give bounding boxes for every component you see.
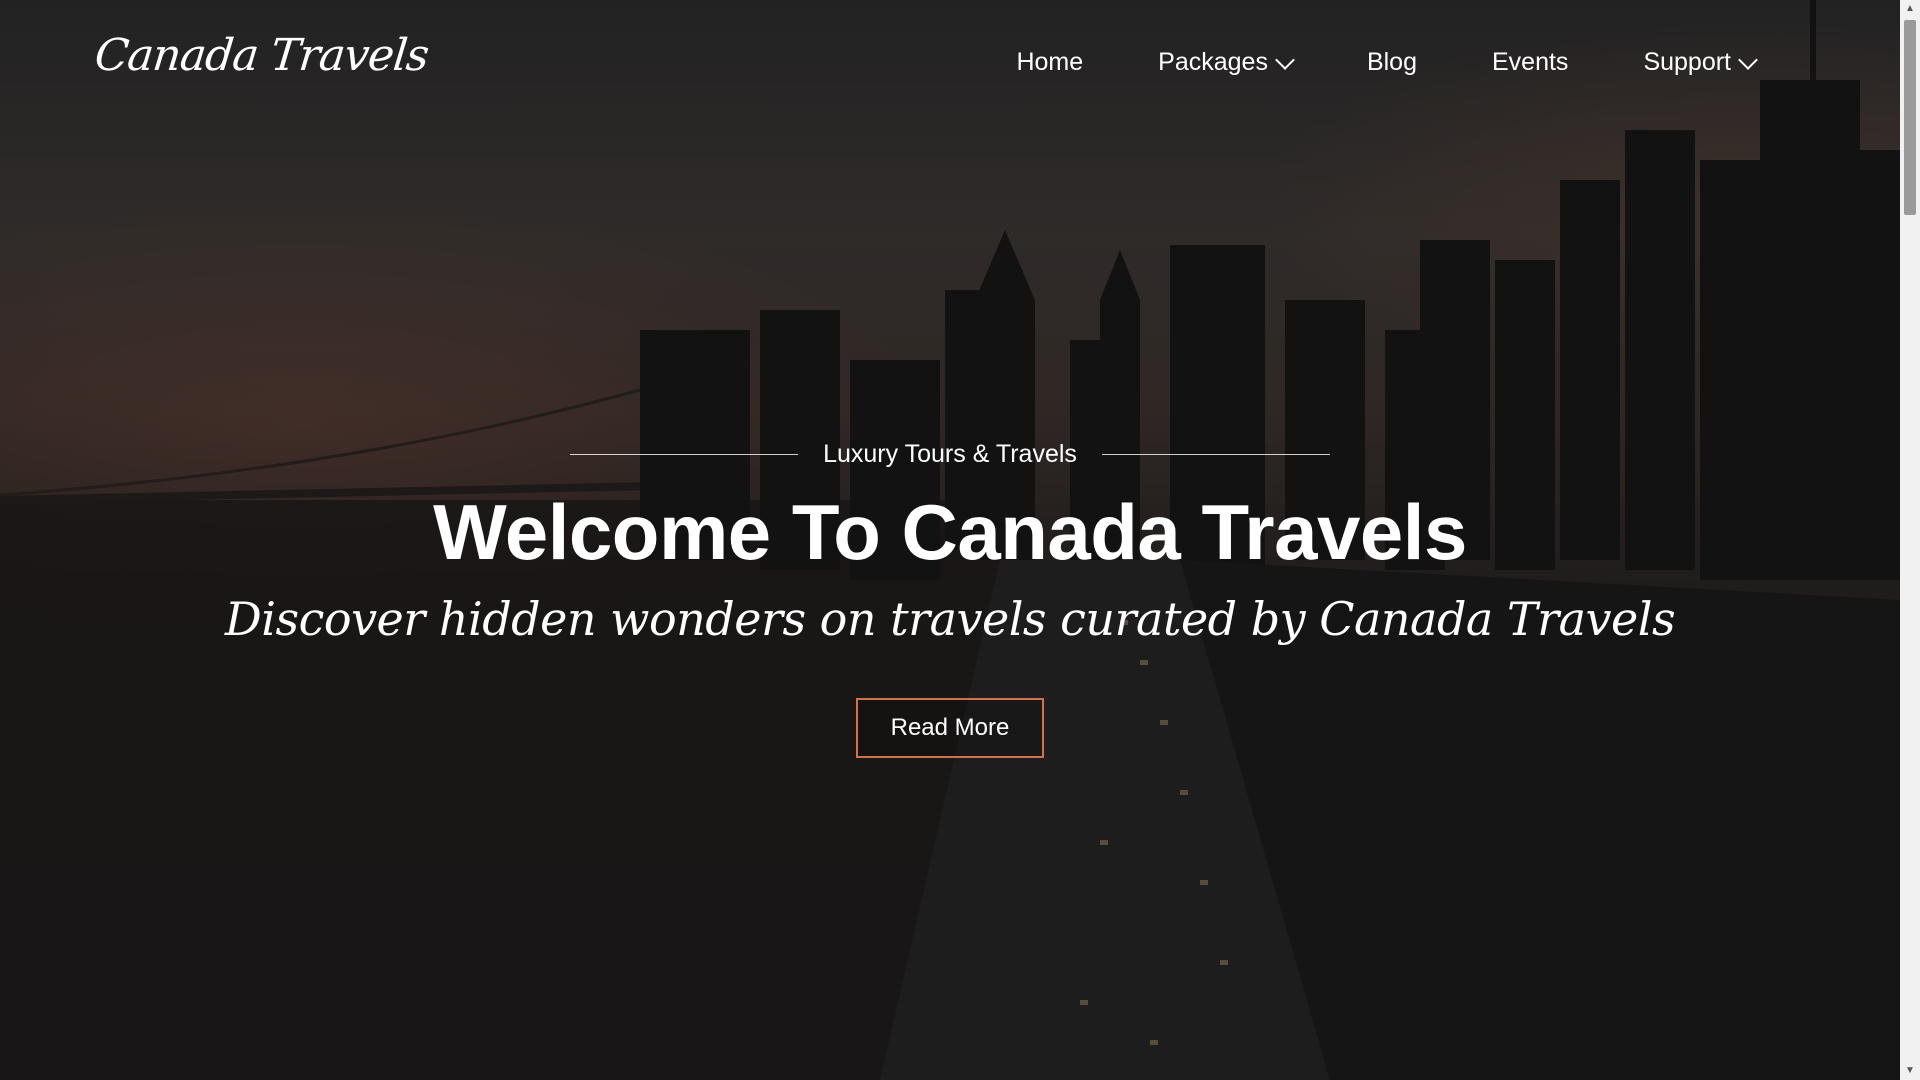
nav-item-label: Home: [1016, 48, 1084, 76]
nav-item-packages[interactable]: Packages: [1158, 48, 1295, 77]
hero-tagline: Discover hidden wonders on travels curat…: [224, 592, 1676, 646]
scroll-up-arrow-icon[interactable]: ▲: [1900, 0, 1920, 18]
nav-item-blog[interactable]: Blog: [1367, 48, 1417, 77]
read-more-button[interactable]: Read More: [856, 698, 1044, 758]
chevron-down-icon: [1738, 49, 1758, 70]
nav-item-label: Packages: [1158, 48, 1268, 76]
page-viewport: Canada Travels Home Packages Blog Events…: [0, 0, 1900, 1080]
hero-title: Welcome To Canada Travels: [433, 488, 1467, 576]
main-menu: Home Packages Blog Events Support: [941, 48, 1758, 77]
vertical-scrollbar[interactable]: ▲ ▼: [1900, 0, 1920, 1080]
decorative-line-left: [570, 454, 799, 455]
nav-item-label: Support: [1643, 48, 1731, 76]
nav-item-home[interactable]: Home: [1016, 48, 1083, 77]
nav-item-label: Events: [1492, 48, 1569, 76]
nav-item-support[interactable]: Support: [1643, 48, 1758, 77]
nav-item-events[interactable]: Events: [1492, 48, 1568, 77]
nav-item-label: Blog: [1366, 48, 1417, 76]
scrollbar-thumb[interactable]: [1904, 20, 1916, 215]
hero-kicker-row: Luxury Tours & Travels: [0, 440, 1900, 469]
hero-content: Luxury Tours & Travels Welcome To Canada…: [0, 440, 1900, 758]
scroll-down-arrow-icon[interactable]: ▼: [1900, 1062, 1920, 1080]
decorative-line-right: [1101, 454, 1330, 455]
site-logo[interactable]: Canada Travels: [92, 30, 430, 81]
chevron-down-icon: [1275, 49, 1295, 70]
hero-kicker: Luxury Tours & Travels: [823, 440, 1077, 468]
top-navigation: Canada Travels Home Packages Blog Events…: [0, 0, 1900, 130]
